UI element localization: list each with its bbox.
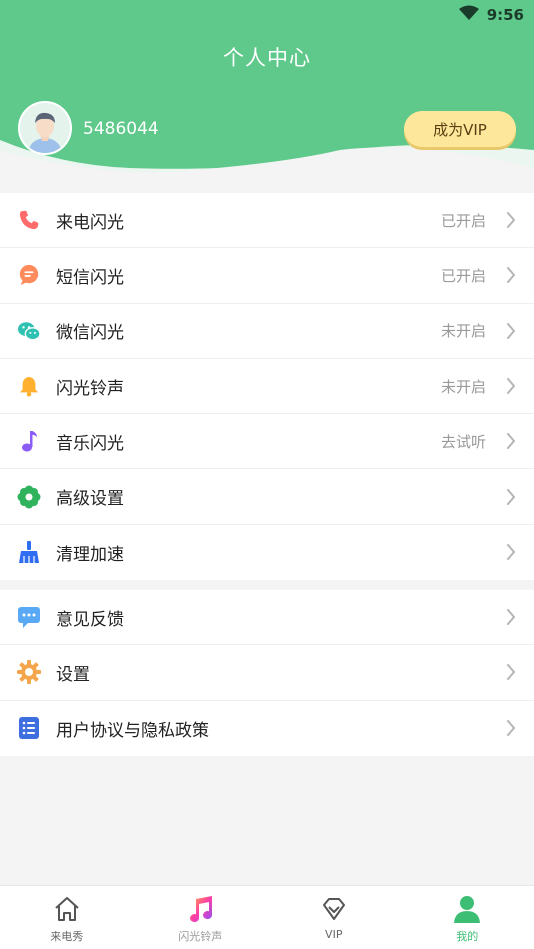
menu-item-status: 已开启	[440, 211, 486, 230]
menu-item-message[interactable]: 短信闪光 已开启	[0, 248, 534, 304]
menu-item-label: 短信闪光	[56, 267, 124, 288]
chevron-right-icon	[507, 212, 515, 229]
wechat-icon	[17, 319, 41, 343]
bell-icon	[17, 374, 41, 398]
bottom-tab-bar: 来电秀 闪光铃声 VIP 我的	[0, 885, 534, 949]
message-icon	[17, 263, 41, 287]
chevron-right-icon	[507, 664, 515, 681]
menu-item-status: 已开启	[440, 266, 486, 285]
tab-music[interactable]: 闪光铃声	[134, 886, 268, 949]
menu-item-music-note[interactable]: 音乐闪光 去试听	[0, 414, 534, 470]
menu-item-status: 未开启	[440, 322, 486, 341]
menu-item-phone[interactable]: 来电闪光 已开启	[0, 193, 534, 249]
menu-item-bell[interactable]: 闪光铃声 未开启	[0, 359, 534, 415]
flower-gear-icon	[17, 485, 41, 509]
menu-item-gear[interactable]: 设置	[0, 645, 534, 701]
chevron-right-icon	[507, 322, 515, 339]
avatar[interactable]	[18, 101, 72, 155]
tab-label: VIP	[325, 928, 343, 941]
chevron-right-icon	[507, 720, 515, 737]
menu-item-label: 音乐闪光	[56, 433, 124, 454]
phone-icon	[17, 208, 41, 232]
gear-icon	[17, 660, 41, 685]
person-icon	[452, 894, 482, 924]
chevron-right-icon	[507, 609, 515, 626]
menu-item-label: 意见反馈	[56, 609, 124, 630]
menu-item-label: 用户协议与隐私政策	[56, 720, 209, 741]
menu-item-label: 闪光铃声	[56, 378, 124, 399]
menu-item-label: 设置	[56, 664, 90, 685]
tab-diamond[interactable]: VIP	[267, 886, 401, 949]
wifi-icon	[458, 5, 479, 25]
menu-item-label: 来电闪光	[56, 212, 124, 233]
status-bar: 9:56	[458, 4, 524, 26]
menu-group-settings: 意见反馈设置用户协议与隐私政策	[0, 590, 534, 756]
chevron-right-icon	[507, 544, 515, 561]
tab-person[interactable]: 我的	[401, 886, 534, 949]
menu-item-document-list[interactable]: 用户协议与隐私政策	[0, 701, 534, 756]
profile-header: 9:56 个人中心 5486044 成为VIP	[0, 0, 534, 195]
tab-home[interactable]: 来电秀	[0, 886, 134, 949]
menu-group-features: 来电闪光 已开启 短信闪光 已开启 微信闪光 未开启 闪光铃声 未开启 音乐闪光 去试听 高级设置清…	[0, 193, 534, 581]
music-note-icon	[17, 429, 41, 453]
tab-label: 来电秀	[50, 930, 84, 943]
tab-label: 我的	[456, 930, 479, 943]
tab-label: 闪光铃声	[178, 930, 223, 943]
page-title: 个人中心	[223, 46, 311, 70]
chevron-right-icon	[507, 378, 515, 395]
menu-item-wechat[interactable]: 微信闪光 未开启	[0, 304, 534, 359]
menu-item-flower-gear[interactable]: 高级设置	[0, 469, 534, 525]
document-list-icon	[17, 716, 41, 740]
status-time: 9:56	[486, 6, 524, 24]
chevron-right-icon	[507, 488, 515, 505]
chevron-right-icon	[507, 433, 515, 450]
user-id[interactable]: 5486044	[83, 119, 159, 139]
menu-item-label: 微信闪光	[56, 323, 124, 344]
menu-item-label: 高级设置	[56, 489, 124, 510]
menu-item-broom[interactable]: 清理加速	[0, 525, 534, 580]
avatar-man-icon	[20, 103, 70, 153]
broom-icon	[17, 540, 41, 564]
menu-item-label: 清理加速	[56, 544, 124, 565]
chevron-right-icon	[507, 267, 515, 284]
music-icon	[185, 894, 215, 924]
menu-item-status: 去试听	[440, 432, 486, 451]
menu-item-status: 未开启	[440, 377, 486, 396]
feedback-icon	[17, 605, 41, 629]
menu-item-feedback[interactable]: 意见反馈	[0, 590, 534, 646]
become-vip-button[interactable]: 成为VIP	[404, 111, 516, 147]
diamond-icon	[319, 894, 349, 924]
home-icon	[52, 894, 82, 924]
